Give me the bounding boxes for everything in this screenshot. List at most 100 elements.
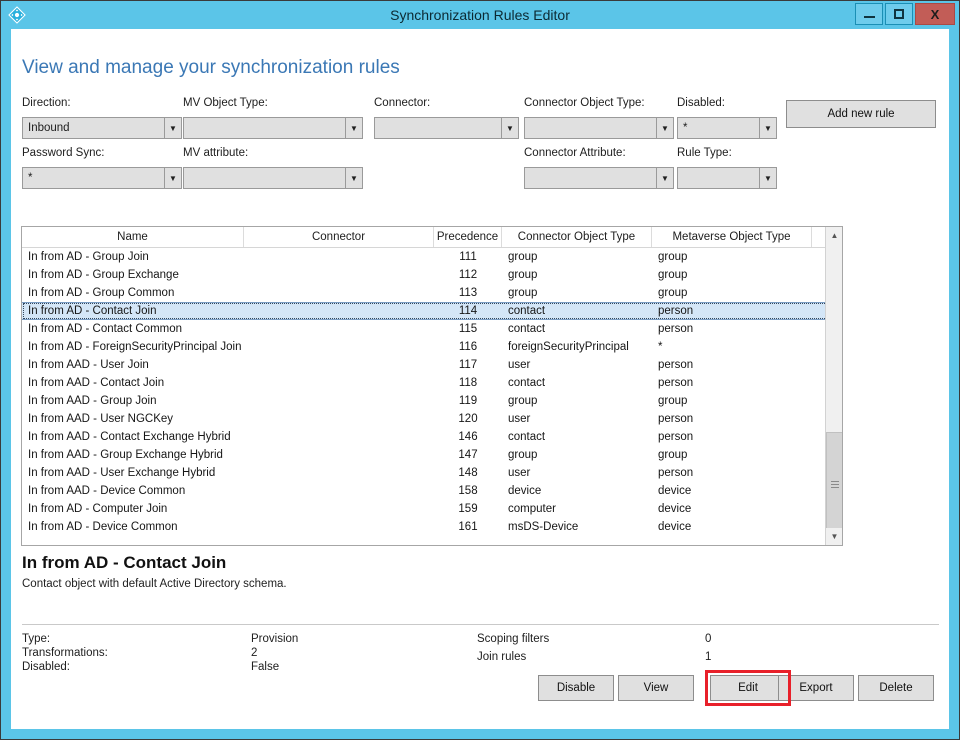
- detail-value-transformations: 2: [251, 647, 257, 659]
- rule-type-dropdown[interactable]: ▼: [677, 167, 777, 189]
- password-sync-dropdown[interactable]: * ▼: [22, 167, 182, 189]
- table-row[interactable]: In from AAD - User NGCKey 120userperson: [22, 410, 842, 428]
- cell-metaverse-object-type: person: [652, 467, 812, 479]
- column-header-connector-object-type[interactable]: Connector Object Type: [502, 227, 652, 247]
- client-area: View and manage your synchronization rul…: [11, 29, 949, 729]
- table-row[interactable]: In from AAD - Group Exchange Hybrid147gr…: [22, 446, 842, 464]
- column-header-precedence[interactable]: Precedence: [434, 227, 502, 247]
- table-row[interactable]: In from AD - ForeignSecurityPrincipal Jo…: [22, 338, 842, 356]
- cell-precedence: 147: [434, 449, 502, 461]
- table-row[interactable]: In from AAD - Device Common158devicedevi…: [22, 482, 842, 500]
- cell-precedence: 118: [434, 377, 502, 389]
- table-row[interactable]: In from AAD - Contact Join118contactpers…: [22, 374, 842, 392]
- edit-button[interactable]: Edit: [710, 675, 786, 701]
- table-row[interactable]: In from AAD - Group Join119groupgroup: [22, 392, 842, 410]
- table-body: In from AD - Group Join111groupgroupIn f…: [22, 248, 842, 536]
- cell-metaverse-object-type: person: [652, 359, 812, 371]
- cell-name: In from AD - Group Common: [22, 287, 244, 299]
- cell-connector-object-type: group: [502, 395, 652, 407]
- cell-connector-object-type: user: [502, 413, 652, 425]
- label-rule-type: Rule Type:: [677, 147, 732, 159]
- maximize-button[interactable]: [885, 3, 913, 25]
- export-button[interactable]: Export: [778, 675, 854, 701]
- column-header-connector[interactable]: Connector: [244, 227, 434, 247]
- cell-metaverse-object-type: group: [652, 395, 812, 407]
- label-password-sync: Password Sync:: [22, 147, 104, 159]
- table-row[interactable]: In from AD - Computer Join159computerdev…: [22, 500, 842, 518]
- cell-connector-object-type: computer: [502, 503, 652, 515]
- cell-name: In from AD - Group Join: [22, 251, 244, 263]
- cell-connector-object-type: foreignSecurityPrincipal: [502, 341, 652, 353]
- connector-attribute-dropdown[interactable]: ▼: [524, 167, 674, 189]
- scroll-down-icon[interactable]: ▼: [826, 528, 843, 545]
- minimize-button[interactable]: [855, 3, 883, 25]
- table-vertical-scrollbar[interactable]: ▲ ▼: [825, 227, 842, 545]
- view-button[interactable]: View: [618, 675, 694, 701]
- disabled-value: *: [678, 122, 759, 134]
- detail-value-join-rules: 1: [705, 651, 711, 663]
- mv-attribute-dropdown[interactable]: ▼: [183, 167, 363, 189]
- cell-name: In from AAD - User Join: [22, 359, 244, 371]
- cell-connector-object-type: contact: [502, 305, 652, 317]
- delete-button[interactable]: Delete: [858, 675, 934, 701]
- detail-label-transformations: Transformations:: [22, 647, 108, 659]
- table-header-row: Name Connector Precedence Connector Obje…: [22, 227, 842, 248]
- cell-name: In from AAD - Contact Exchange Hybrid: [22, 431, 244, 443]
- cell-name: In from AD - ForeignSecurityPrincipal Jo…: [22, 341, 244, 353]
- cell-precedence: 114: [434, 305, 502, 317]
- cell-name: In from AAD - Contact Join: [22, 377, 244, 389]
- cell-name: In from AAD - User NGCKey: [22, 413, 244, 425]
- detail-description: Contact object with default Active Direc…: [22, 578, 287, 590]
- connector-object-type-dropdown[interactable]: ▼: [524, 117, 674, 139]
- cell-metaverse-object-type: device: [652, 485, 812, 497]
- cell-metaverse-object-type: person: [652, 413, 812, 425]
- rules-table: Name Connector Precedence Connector Obje…: [21, 226, 843, 546]
- cell-precedence: 159: [434, 503, 502, 515]
- column-header-metaverse-object-type[interactable]: Metaverse Object Type: [652, 227, 812, 247]
- close-button[interactable]: X: [915, 3, 955, 25]
- cell-metaverse-object-type: person: [652, 323, 812, 335]
- cell-precedence: 111: [434, 251, 502, 263]
- cell-metaverse-object-type: person: [652, 431, 812, 443]
- cell-metaverse-object-type: person: [652, 377, 812, 389]
- add-new-rule-button[interactable]: Add new rule: [786, 100, 936, 128]
- detail-value-disabled: False: [251, 661, 279, 673]
- cell-name: In from AD - Contact Join: [22, 305, 244, 317]
- scroll-up-icon[interactable]: ▲: [826, 227, 843, 244]
- cell-metaverse-object-type: group: [652, 269, 812, 281]
- chevron-down-icon: ▼: [656, 168, 673, 188]
- connector-dropdown[interactable]: ▼: [374, 117, 519, 139]
- scrollbar-grip-icon: [831, 481, 839, 488]
- detail-label-scoping-filters: Scoping filters: [477, 633, 549, 645]
- disabled-dropdown[interactable]: * ▼: [677, 117, 777, 139]
- table-row[interactable]: In from AD - Device Common161msDS-Device…: [22, 518, 842, 536]
- cell-connector-object-type: group: [502, 269, 652, 281]
- cell-precedence: 113: [434, 287, 502, 299]
- cell-connector-object-type: msDS-Device: [502, 521, 652, 533]
- cell-name: In from AAD - Group Exchange Hybrid: [22, 449, 244, 461]
- scrollbar-thumb[interactable]: [826, 432, 843, 537]
- password-sync-value: *: [23, 172, 164, 184]
- table-row[interactable]: In from AD - Contact Join114contactperso…: [22, 302, 842, 320]
- cell-name: In from AAD - Device Common: [22, 485, 244, 497]
- cell-precedence: 148: [434, 467, 502, 479]
- table-row[interactable]: In from AAD - User Exchange Hybrid148use…: [22, 464, 842, 482]
- cell-precedence: 120: [434, 413, 502, 425]
- table-row[interactable]: In from AD - Group Exchange112groupgroup: [22, 266, 842, 284]
- label-disabled: Disabled:: [677, 97, 725, 109]
- window-controls: X: [855, 3, 955, 25]
- chevron-down-icon: ▼: [164, 118, 181, 138]
- disable-button[interactable]: Disable: [538, 675, 614, 701]
- table-row[interactable]: In from AD - Group Join111groupgroup: [22, 248, 842, 266]
- cell-connector-object-type: contact: [502, 323, 652, 335]
- direction-dropdown[interactable]: Inbound ▼: [22, 117, 182, 139]
- table-row[interactable]: In from AD - Contact Common115contactper…: [22, 320, 842, 338]
- table-row[interactable]: In from AD - Group Common113groupgroup: [22, 284, 842, 302]
- chevron-down-icon: ▼: [759, 118, 776, 138]
- table-row[interactable]: In from AAD - Contact Exchange Hybrid146…: [22, 428, 842, 446]
- column-header-name[interactable]: Name: [22, 227, 244, 247]
- detail-value-scoping-filters: 0: [705, 633, 711, 645]
- cell-name: In from AD - Computer Join: [22, 503, 244, 515]
- mv-object-type-dropdown[interactable]: ▼: [183, 117, 363, 139]
- table-row[interactable]: In from AAD - User Join117userperson: [22, 356, 842, 374]
